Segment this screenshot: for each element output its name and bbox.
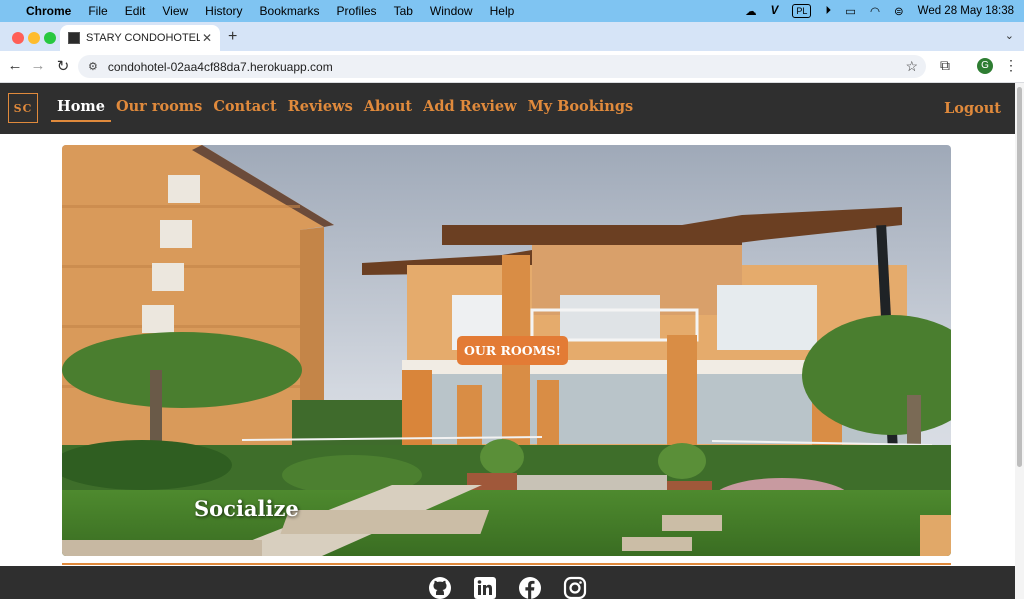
back-arrow-icon[interactable]: ← [6, 57, 24, 74]
menu-edit[interactable]: Edit [125, 4, 146, 18]
hero-caption: Socialize [194, 496, 299, 521]
zoom-window-button[interactable] [44, 32, 56, 44]
site-favicon-icon [68, 32, 80, 44]
nav-my-bookings[interactable]: My Bookings [528, 98, 634, 115]
macos-menu-bar: Chrome File Edit View History Bookmarks … [0, 0, 1024, 22]
scrollbar-thumb[interactable] [1017, 87, 1022, 467]
menu-help[interactable]: Help [490, 4, 515, 18]
media-play-icon[interactable]: ⏵ [825, 5, 831, 18]
page-scrollbar[interactable] [1015, 83, 1024, 599]
menu-view[interactable]: View [162, 4, 188, 18]
menu-bookmarks[interactable]: Bookmarks [260, 4, 320, 18]
site-navbar: SC Home Our rooms Contact Reviews About … [0, 83, 1015, 134]
browser-menu-icon[interactable]: ⋮ [1004, 57, 1018, 74]
vpn-icon[interactable]: V [771, 5, 779, 17]
forward-arrow-icon[interactable]: → [29, 57, 47, 74]
hero-carousel: OUR ROOMS! Socialize [62, 145, 951, 556]
app-menu-chrome[interactable]: Chrome [26, 4, 71, 18]
web-page: SC Home Our rooms Contact Reviews About … [0, 83, 1015, 599]
control-center-icon[interactable]: ⊜ [894, 4, 904, 18]
extensions-icon[interactable]: ⧉ [940, 57, 950, 74]
facebook-icon[interactable] [518, 576, 542, 599]
nav-contact[interactable]: Contact [213, 98, 276, 115]
new-tab-icon[interactable]: + [228, 28, 237, 46]
menu-clock[interactable]: Wed 28 May 18:38 [918, 5, 1014, 17]
profile-avatar[interactable]: G [977, 58, 993, 74]
minimize-window-button[interactable] [28, 32, 40, 44]
site-logo[interactable]: SC [8, 93, 38, 123]
footer-accent-line [62, 563, 951, 565]
logout-link[interactable]: Logout [944, 100, 1001, 117]
linkedin-icon[interactable] [473, 576, 497, 599]
input-source-badge[interactable]: PL [792, 4, 812, 18]
menu-history[interactable]: History [205, 4, 242, 18]
nav-home[interactable]: Home [51, 98, 111, 122]
reload-icon[interactable]: ↻ [54, 57, 72, 75]
github-icon[interactable] [428, 576, 452, 599]
close-window-button[interactable] [12, 32, 24, 44]
menu-tab[interactable]: Tab [394, 4, 413, 18]
cloud-status-icon[interactable]: ☁ [745, 4, 757, 18]
address-bar[interactable]: ⚙ condohotel-02aa4cf88da7.herokuapp.com … [78, 55, 926, 78]
wifi-icon[interactable]: ◠ [870, 4, 880, 18]
browser-tab-active[interactable]: STARY CONDOHOTEL -Home ✕ [60, 25, 220, 51]
menu-window[interactable]: Window [430, 4, 473, 18]
tab-search-chevron-icon[interactable]: ⌄ [1005, 29, 1014, 42]
nav-add-review[interactable]: Add Review [423, 98, 517, 115]
menu-profiles[interactable]: Profiles [337, 4, 377, 18]
tab-title: STARY CONDOHOTEL -Home [86, 32, 200, 44]
site-nav-links: Home Our rooms Contact Reviews About Add… [51, 98, 634, 122]
our-rooms-button[interactable]: OUR ROOMS! [457, 336, 569, 365]
instagram-icon[interactable] [563, 576, 587, 599]
site-info-icon[interactable]: ⚙ [88, 60, 98, 73]
nav-about[interactable]: About [364, 98, 412, 115]
nav-our-rooms[interactable]: Our rooms [116, 98, 202, 115]
site-footer [0, 566, 1015, 599]
social-links [428, 576, 587, 599]
bookmark-star-icon[interactable]: ☆ [905, 58, 918, 75]
close-tab-icon[interactable]: ✕ [200, 31, 214, 45]
browser-toolbar: ← → ↻ ⚙ condohotel-02aa4cf88da7.herokuap… [0, 51, 1024, 83]
menu-file[interactable]: File [88, 4, 107, 18]
nav-reviews[interactable]: Reviews [288, 98, 353, 115]
url-text[interactable]: condohotel-02aa4cf88da7.herokuapp.com [108, 60, 906, 74]
battery-icon[interactable]: ▭ [845, 4, 856, 18]
